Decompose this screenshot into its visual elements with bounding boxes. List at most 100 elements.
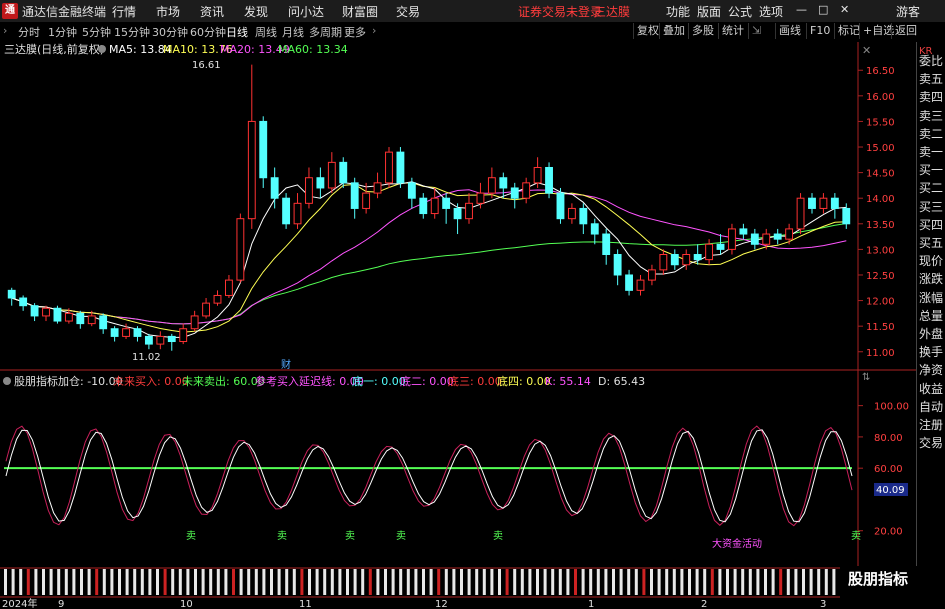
signal-bar — [300, 569, 304, 595]
more-chevron-icon[interactable]: › — [372, 24, 376, 37]
signal-bar — [194, 569, 197, 595]
candle-body — [407, 182, 416, 199]
signal-bar — [574, 569, 577, 595]
signal-bar — [596, 569, 600, 595]
window-close-icon[interactable]: ✕ — [840, 3, 849, 16]
quote-field-label[interactable]: 自动 — [919, 398, 943, 415]
candle-body — [362, 192, 371, 209]
ind-di4: 底四: 0.00 — [497, 374, 551, 388]
indicator-dot-icon[interactable] — [3, 377, 11, 385]
signal-bar — [543, 569, 547, 595]
tab-30min[interactable]: 30分钟 — [152, 24, 188, 40]
tab-weekly[interactable]: 周线 — [255, 24, 277, 40]
candle-body — [225, 279, 233, 296]
signal-bar — [498, 569, 501, 595]
tab-5min[interactable]: 5分钟 — [82, 24, 111, 40]
trade-login-warning[interactable]: 证券交易未登录 — [518, 3, 602, 20]
menu-faxian[interactable]: 发现 — [244, 3, 268, 20]
menu-zixun[interactable]: 资讯 — [200, 3, 224, 20]
candle-body — [602, 233, 611, 256]
osc-tick-label: 60.00 — [874, 464, 903, 475]
btn-huaxian[interactable]: 画线 — [775, 23, 804, 39]
toolbar-arrow-icon[interactable]: › — [3, 24, 7, 37]
candle-body — [305, 177, 313, 204]
btn-fuquan[interactable]: 复权 — [633, 23, 662, 39]
price-tick-label: 15.00 — [866, 143, 895, 154]
candle-body — [213, 294, 222, 304]
signal-bar — [817, 569, 821, 595]
signal-bar — [254, 569, 258, 595]
candle-body — [510, 187, 519, 199]
finance-marker[interactable]: 财 — [281, 358, 291, 371]
candle-body — [785, 228, 794, 240]
signal-bar — [650, 569, 653, 595]
signal-bar — [156, 569, 159, 595]
kline-chart-area[interactable]: 三达膜(日线,前复权) MA5: 13.84 MA10: 13.76 MA20:… — [0, 42, 916, 609]
drag-icon[interactable]: ⇲ — [748, 23, 764, 39]
price-tick-label: 11.50 — [866, 322, 895, 333]
sort-arrows-icon[interactable]: ⇅ — [862, 372, 870, 383]
candle-body — [373, 182, 382, 194]
signal-bar — [809, 569, 813, 595]
quote-field-label[interactable]: 交易 — [919, 434, 943, 451]
signal-bar — [536, 569, 539, 595]
tab-1min[interactable]: 1分钟 — [48, 24, 77, 40]
signal-bar — [133, 569, 137, 595]
menu-caifuquan[interactable]: 财富圈 — [342, 3, 378, 20]
btn-diejia[interactable]: 叠加 — [659, 23, 688, 39]
menu-hangqing[interactable]: 行情 — [112, 3, 136, 20]
btn-tongji[interactable]: 统计 — [718, 23, 747, 39]
menu-jiaoyi[interactable]: 交易 — [396, 3, 420, 20]
quote-field-label: 换手 — [919, 345, 944, 360]
quote-field-label: 卖三 — [919, 108, 944, 123]
signal-bar — [764, 569, 767, 595]
collapse-icon[interactable]: ✕ — [862, 44, 871, 57]
tab-monthly[interactable]: 月线 — [282, 24, 304, 40]
tab-multi-period[interactable]: 多周期 — [309, 24, 342, 40]
signal-bar — [4, 569, 7, 595]
guest-label[interactable]: 游客 — [896, 3, 920, 20]
signal-bar — [346, 569, 349, 595]
x-axis-year: 2024年 — [2, 597, 37, 609]
tab-fenshi[interactable]: 分时 — [18, 24, 40, 40]
tab-60min[interactable]: 60分钟 — [190, 24, 226, 40]
menu-banmian[interactable]: 版面 — [697, 3, 721, 20]
x-axis-month: 11 — [299, 599, 312, 609]
signal-bar — [695, 569, 699, 595]
menu-shichang[interactable]: 市场 — [156, 3, 180, 20]
btn-f10[interactable]: F10 — [806, 23, 833, 39]
candle-body — [579, 207, 588, 225]
signal-bar — [703, 569, 707, 595]
signal-bar — [581, 569, 585, 595]
signal-bar — [756, 569, 760, 595]
candle-body — [750, 233, 759, 245]
btn-back[interactable]: 返回 — [891, 23, 920, 39]
candle-body — [773, 233, 782, 240]
window-maximize-icon[interactable]: □ — [818, 3, 828, 16]
signal-bar — [437, 569, 441, 595]
app-logo-icon: 通 — [2, 3, 18, 19]
quote-field-label: 涨跌 — [919, 272, 944, 287]
menu-wenxiaoda[interactable]: 问小达 — [288, 3, 324, 20]
tab-15min[interactable]: 15分钟 — [114, 24, 150, 40]
menu-gongshi[interactable]: 公式 — [728, 3, 752, 20]
price-tick-label: 13.00 — [866, 245, 895, 256]
settings-dot-icon[interactable] — [98, 45, 106, 53]
indicator-name: 股朋指标 — [14, 374, 58, 388]
period-toolbar: › 分时 1分钟 5分钟 15分钟 30分钟 60分钟 日线 周线 月线 多周期… — [0, 22, 945, 43]
quote-field-label[interactable]: 注册 — [919, 416, 943, 433]
tab-more[interactable]: 更多 — [344, 24, 366, 40]
signal-bar — [604, 569, 608, 595]
signal-bar — [528, 569, 532, 595]
quote-field-label: 卖一 — [919, 145, 944, 159]
tab-daily[interactable]: 日线 — [226, 24, 248, 40]
window-minimize-icon[interactable]: — — [796, 3, 807, 16]
signal-bar — [429, 569, 433, 595]
btn-duogu[interactable]: 多股 — [688, 23, 717, 39]
candle-body — [842, 207, 851, 225]
ind-di2: 底二: 0.00 — [400, 374, 454, 388]
x-axis-month: 3 — [820, 599, 826, 609]
menu-xuanxiang[interactable]: 选项 — [759, 3, 783, 20]
menu-gongneng[interactable]: 功能 — [666, 3, 690, 20]
signal-bar — [323, 569, 327, 595]
